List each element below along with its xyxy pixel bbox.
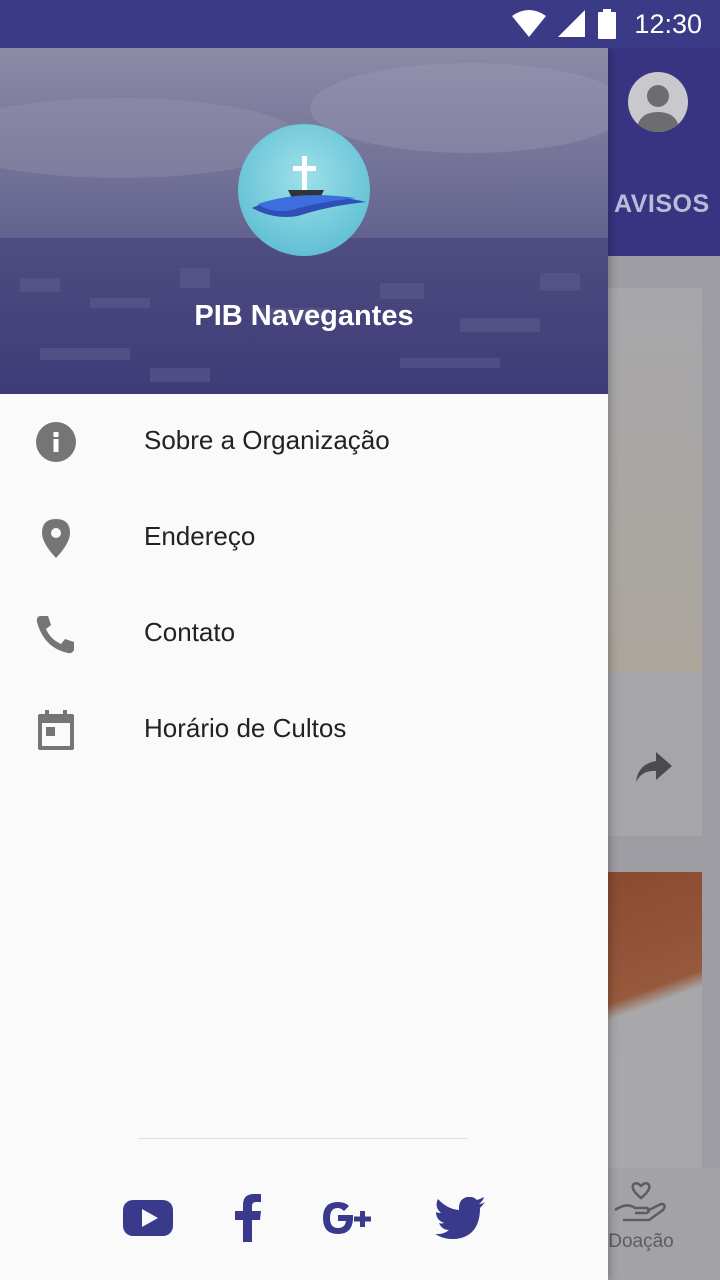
- location-pin-icon: [36, 518, 76, 558]
- post-image: [608, 872, 702, 1168]
- donation-hand-heart-icon: [614, 1182, 666, 1222]
- social-links: [0, 1188, 608, 1248]
- calendar-icon: [36, 710, 76, 750]
- menu-item-sobre[interactable]: Sobre a Organização: [0, 394, 608, 490]
- menu-item-horario[interactable]: Horário de Cultos: [0, 682, 608, 778]
- share-icon[interactable]: [636, 752, 672, 787]
- menu-item-label: Contato: [144, 617, 236, 647]
- divider: [138, 1138, 468, 1139]
- facebook-icon[interactable]: [226, 1188, 270, 1248]
- youtube-icon[interactable]: [122, 1188, 174, 1248]
- wifi-icon: [512, 10, 547, 37]
- menu-item-contato[interactable]: Contato: [0, 586, 608, 682]
- menu-item-label: Horário de Cultos: [144, 713, 347, 743]
- menu-item-label: Sobre a Organização: [144, 425, 390, 455]
- google-plus-icon[interactable]: [320, 1188, 376, 1248]
- twitter-icon[interactable]: [434, 1188, 486, 1248]
- status-time: 12:30: [634, 8, 702, 39]
- person-icon: [636, 85, 680, 132]
- navigation-drawer: PIB Navegantes Sobre a Organização Ender…: [0, 48, 608, 1280]
- battery-icon: [598, 9, 617, 39]
- post-card[interactable]: [608, 288, 702, 836]
- drawer-header: PIB Navegantes: [0, 48, 608, 394]
- status-bar: 12:30: [0, 0, 720, 48]
- church-logo: [238, 124, 370, 256]
- menu-item-endereco[interactable]: Endereço: [0, 490, 608, 586]
- nav-label-doacao: Doação: [608, 1231, 674, 1252]
- info-icon: [36, 422, 76, 462]
- tab-avisos[interactable]: AVISOS: [614, 190, 710, 219]
- nav-item-doacao[interactable]: Doação: [606, 1180, 676, 1253]
- post-card[interactable]: [608, 872, 702, 1168]
- signal-icon: [558, 10, 586, 37]
- avatar[interactable]: [628, 72, 688, 132]
- drawer-menu: Sobre a Organização Endereço Contato Hor…: [0, 394, 608, 778]
- phone-icon: [36, 614, 76, 654]
- post-image: [608, 288, 702, 672]
- drawer-title: PIB Navegantes: [194, 300, 414, 332]
- menu-item-label: Endereço: [144, 521, 256, 551]
